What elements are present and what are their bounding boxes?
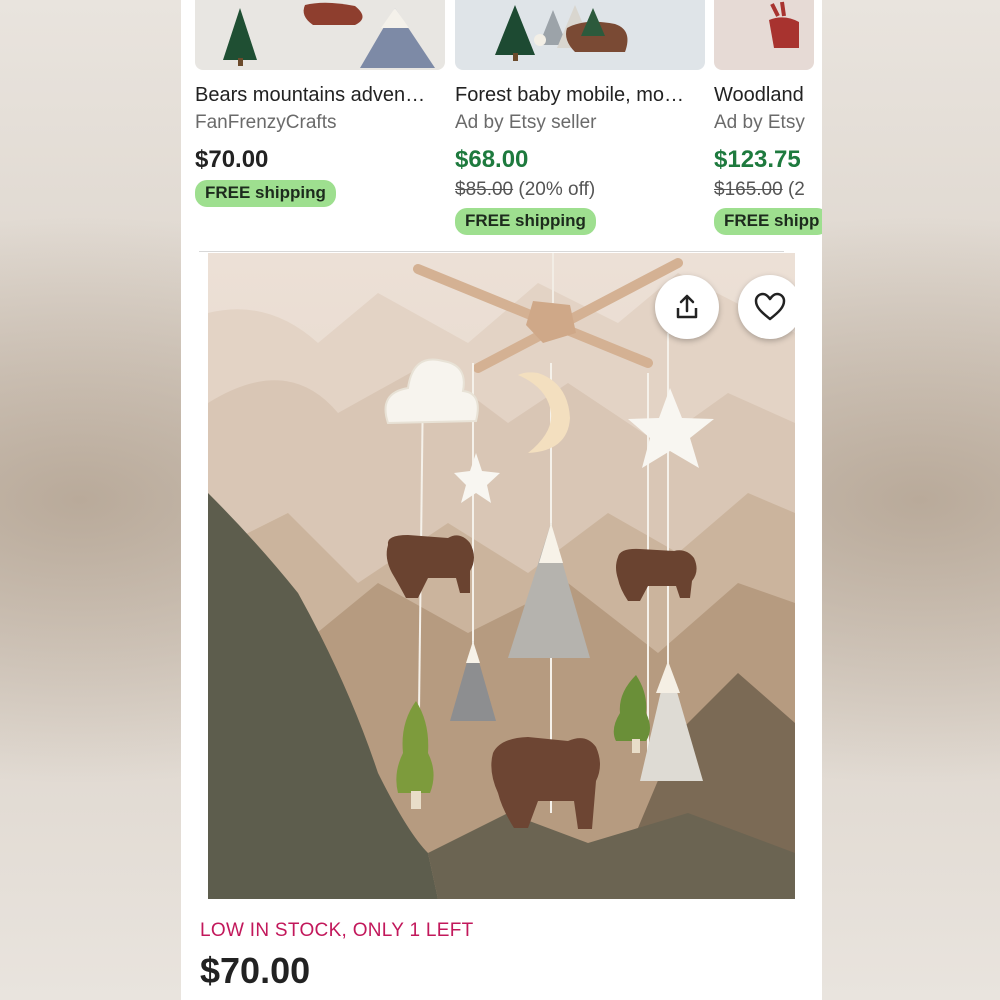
share-icon	[676, 294, 698, 319]
listing-title[interactable]: Woodland	[714, 84, 814, 107]
stock-notice: LOW IN STOCK, ONLY 1 LEFT	[200, 920, 474, 941]
listing-thumbnail[interactable]	[455, 0, 705, 70]
listing-original-price: $165.00	[714, 179, 783, 200]
listing-original-price-row: $165.00 (2	[714, 179, 805, 201]
listing-discount: (2	[787, 179, 805, 200]
free-shipping-badge: FREE shipping	[455, 208, 596, 235]
listing-original-price: $85.00	[455, 179, 514, 200]
listing-thumbnail[interactable]	[195, 0, 445, 70]
listing-price: $70.00	[195, 146, 269, 173]
listing-title[interactable]: Forest baby mobile, mo…	[455, 84, 705, 107]
favorite-button[interactable]	[738, 275, 795, 339]
listing-seller: FanFrenzyCrafts	[195, 112, 337, 133]
app-screen: Bears mountains adven… FanFrenzyCrafts $…	[181, 0, 822, 1000]
share-button[interactable]	[655, 275, 719, 339]
listing-main-image[interactable]	[208, 253, 795, 899]
listing-original-price-row: $85.00 (20% off)	[455, 179, 595, 201]
heart-icon	[754, 292, 786, 321]
free-shipping-badge: FREE shipp	[714, 208, 822, 235]
section-divider	[199, 251, 784, 252]
listing-thumbnail[interactable]	[714, 0, 814, 70]
listing-title[interactable]: Bears mountains adven…	[195, 84, 445, 107]
listing-sale-price: $123.75	[714, 146, 801, 173]
listing-sale-price: $68.00	[455, 146, 529, 173]
related-listings-row[interactable]: Bears mountains adven… FanFrenzyCrafts $…	[181, 0, 822, 245]
listing-main-price: $70.00	[200, 950, 311, 991]
listing-seller: Ad by Etsy seller	[455, 112, 597, 133]
listing-seller: Ad by Etsy	[714, 112, 805, 133]
free-shipping-badge: FREE shipping	[195, 180, 336, 207]
listing-discount: (20% off)	[518, 179, 596, 200]
